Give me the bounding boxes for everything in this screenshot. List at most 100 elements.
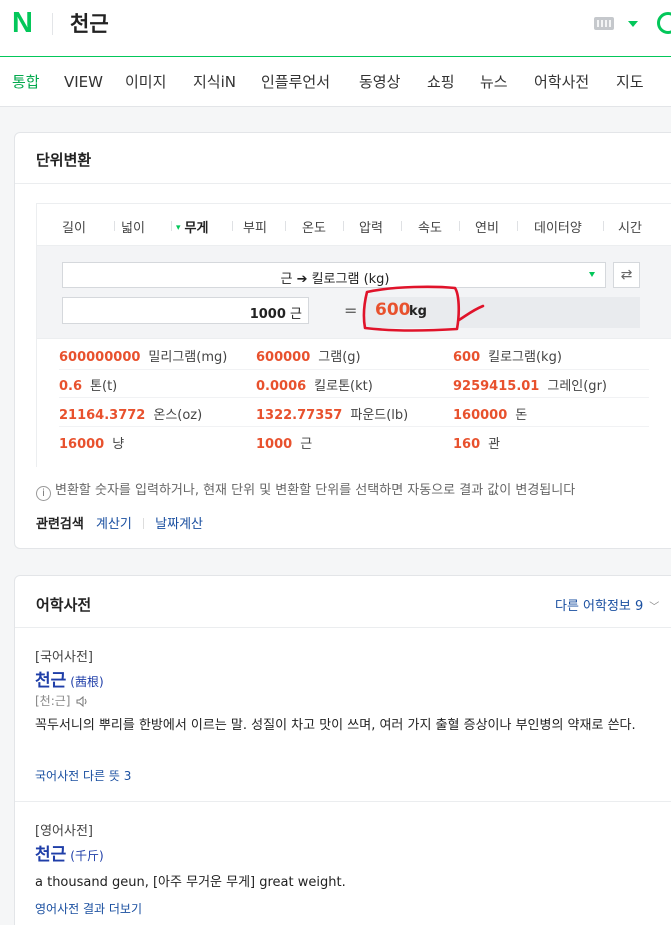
input-value: 1000	[249, 307, 286, 322]
converter-panel: 길이 넓이 무게 부피 온도 압력 속도 연비 데이터양 시간 근 ➔ 킬로그램…	[36, 203, 671, 467]
divider	[59, 397, 649, 398]
unit-select[interactable]: 근 ➔ 킬로그램 (kg)	[62, 262, 606, 288]
related-searches: 관련검색 계산기 날짜계산	[36, 513, 203, 532]
unit-category-tabs: 길이 넓이 무게 부피 온도 압력 속도 연비 데이터양 시간	[37, 204, 671, 246]
conversion-unit: 관	[488, 437, 501, 452]
entry-hanja: (千斤)	[70, 849, 104, 863]
conversion-value: 0.6	[59, 379, 83, 394]
chevron-down-icon	[589, 272, 595, 277]
unit-tab-temperature[interactable]: 온도	[302, 217, 326, 236]
tab-kin[interactable]: 지식iN	[193, 72, 236, 92]
conversion-unit: 근	[300, 437, 313, 452]
info-icon: i	[36, 486, 51, 501]
conversion-item: 600000 그램(g)	[256, 349, 361, 367]
keyboard-icon[interactable]	[594, 17, 614, 30]
swap-units-button[interactable]: ⇄	[613, 262, 640, 288]
more-dictionary-info-button[interactable]: 다른 어학정보 9 ﹀	[555, 595, 659, 614]
unit-tab-fuel[interactable]: 연비	[475, 217, 499, 236]
conversion-item: 600000000 밀리그램(mg)	[59, 349, 227, 367]
card-title: 어학사전	[36, 596, 92, 614]
unit-tab-time[interactable]: 시간	[618, 217, 642, 236]
conversion-item: 0.6 톤(t)	[59, 378, 117, 396]
entry-headword: 천근	[35, 671, 67, 691]
related-link-calculator[interactable]: 계산기	[96, 517, 132, 532]
naver-logo[interactable]: N	[12, 9, 36, 38]
entry-category: [영어사전]	[35, 824, 93, 839]
entry-definition: 꼭두서니의 뿌리를 한방에서 이르는 말. 성질이 차고 맛이 쓰며, 여러 가…	[35, 718, 636, 733]
tab-dictionary[interactable]: 어학사전	[534, 72, 589, 92]
more-dictionary-label: 다른 어학정보 9	[555, 599, 644, 614]
amount-input[interactable]: 1000 근	[62, 297, 309, 324]
conversion-unit: 온스(oz)	[153, 408, 203, 423]
conversion-unit: 킬로톤(kt)	[314, 379, 373, 394]
conversion-value: 1322.77357	[256, 408, 343, 423]
conversion-item: 1322.77357 파운드(lb)	[256, 407, 408, 425]
divider	[285, 221, 286, 231]
pronunciation-text: [천:근]	[35, 694, 71, 708]
divider	[59, 426, 649, 427]
unit-tab-area[interactable]: 넓이	[121, 217, 145, 236]
red-annotation-circle	[362, 285, 485, 332]
divider	[15, 627, 671, 628]
tab-influencer[interactable]: 인플루언서	[261, 72, 330, 92]
unit-tab-speed[interactable]: 속도	[418, 217, 442, 236]
conversion-value: 21164.3772	[59, 408, 146, 423]
conversion-value: 160000	[453, 408, 508, 423]
conversion-item: 9259415.01 그레인(gr)	[453, 378, 607, 396]
card-title: 단위변환	[36, 151, 92, 169]
more-meanings-link[interactable]: 국어사전 다른 뜻 3	[35, 767, 131, 784]
input-unit: 근	[290, 307, 302, 322]
unit-tab-weight[interactable]: 무게	[176, 217, 209, 236]
divider	[52, 13, 53, 35]
unit-tab-data[interactable]: 데이터양	[534, 217, 582, 236]
conversion-item: 21164.3772 온스(oz)	[59, 407, 202, 425]
pronunciation: [천:근]	[35, 692, 88, 709]
tab-map[interactable]: 지도	[616, 72, 644, 92]
conversion-item: 1000 근	[256, 436, 312, 454]
divider	[459, 221, 460, 231]
conversion-unit: 파운드(lb)	[350, 408, 409, 423]
more-results-link[interactable]: 영어사전 결과 더보기	[35, 900, 142, 917]
divider	[143, 518, 145, 529]
tab-view[interactable]: VIEW	[64, 72, 103, 92]
conversion-value: 16000	[59, 437, 105, 452]
unit-tab-length[interactable]: 길이	[62, 217, 86, 236]
divider	[401, 221, 402, 231]
divider	[517, 221, 518, 231]
entry-word[interactable]: 천근 (茜根)	[35, 666, 104, 691]
tab-integrated[interactable]: 통합	[12, 72, 40, 92]
divider	[171, 221, 172, 231]
conversion-item: 600 킬로그램(kg)	[453, 349, 562, 367]
conversion-value: 600000	[256, 350, 311, 365]
divider	[59, 369, 649, 370]
divider	[114, 221, 115, 231]
unit-tab-volume[interactable]: 부피	[243, 217, 267, 236]
dropdown-arrow-icon[interactable]	[628, 21, 638, 27]
divider	[232, 221, 233, 231]
speaker-icon[interactable]	[76, 696, 88, 707]
search-icon[interactable]	[657, 12, 671, 34]
conversion-value: 0.0006	[256, 379, 307, 394]
search-query[interactable]: 천근	[70, 10, 109, 38]
divider	[15, 183, 671, 184]
conversion-item: 160 관	[453, 436, 500, 454]
entry-definition: a thousand geun, [아주 무거운 무게] great weigh…	[35, 875, 346, 890]
unit-tab-pressure[interactable]: 압력	[359, 217, 383, 236]
related-label: 관련검색	[36, 517, 84, 532]
tab-video[interactable]: 동영상	[359, 72, 400, 92]
conversion-value: 600	[453, 350, 481, 365]
entry-headword: 천근	[35, 845, 67, 865]
tab-images[interactable]: 이미지	[125, 72, 166, 92]
conversion-value: 1000	[256, 437, 293, 452]
conversion-item: 160000 돈	[453, 407, 527, 425]
tab-shopping[interactable]: 쇼핑	[427, 72, 455, 92]
tab-news[interactable]: 뉴스	[480, 72, 508, 92]
entry-category: [국어사전]	[35, 650, 93, 665]
conversion-table: 600000000 밀리그램(mg) 600000 그램(g) 600 킬로그램(kg…	[37, 338, 671, 467]
conversion-value: 9259415.01	[453, 379, 540, 394]
conversion-unit: 톤(t)	[90, 379, 118, 394]
divider	[343, 221, 344, 231]
related-link-date-calculator[interactable]: 날짜계산	[155, 517, 203, 532]
entry-word[interactable]: 천근 (千斤)	[35, 840, 104, 865]
divider	[603, 221, 604, 231]
